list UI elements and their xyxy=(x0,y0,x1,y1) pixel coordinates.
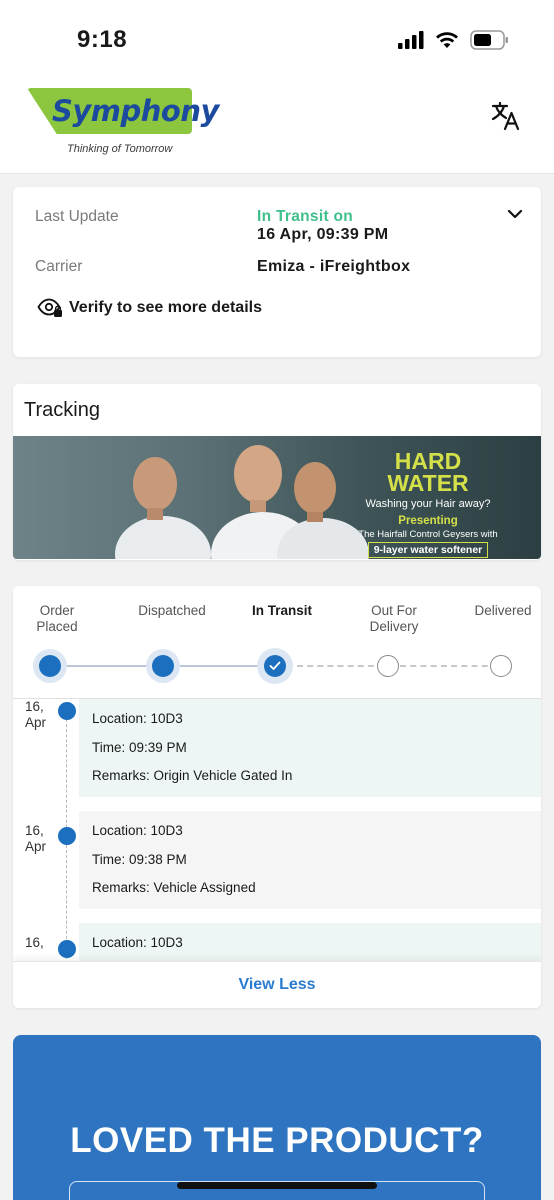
banner-subline: Washing your Hair away? xyxy=(365,498,491,510)
status-icons xyxy=(398,30,510,50)
step-label-line: Delivery xyxy=(369,619,419,634)
verify-text: Verify to see more details xyxy=(69,299,262,316)
step-connector xyxy=(400,665,498,667)
shipment-details-card: Last Update In Transit on 16 Apr, 09:39 … xyxy=(13,187,541,357)
event-remarks: Remarks: Origin Vehicle Gated In xyxy=(92,768,293,783)
step-connector xyxy=(287,665,384,667)
promo-title: LOVED THE PRODUCT? xyxy=(70,1121,484,1160)
view-less-button[interactable]: View Less xyxy=(13,976,541,994)
step-out-for-delivery-label: Out For Delivery xyxy=(351,603,437,635)
event-date-month: Apr xyxy=(25,839,47,854)
cellular-signal-icon xyxy=(398,31,424,49)
step-dispatched-dot xyxy=(152,655,174,677)
event-date-month: Apr xyxy=(25,715,47,730)
chevron-down-icon[interactable] xyxy=(507,208,523,220)
brand-logo: Symphony Thinking of Tomorrow xyxy=(27,88,219,158)
step-label-line: Order xyxy=(39,603,75,618)
step-label-line: Dispatched xyxy=(138,603,206,618)
translate-icon[interactable] xyxy=(490,100,522,132)
tracking-card: Tracking HARD WATER Washing your Hair aw… xyxy=(13,384,541,560)
event-dot xyxy=(58,940,76,958)
step-delivered-dot xyxy=(490,655,512,677)
feedback-promo: LOVED THE PRODUCT? xyxy=(13,1035,541,1200)
event-card: Location: 10D3 Time: 09:38 PM Remarks: V… xyxy=(79,811,541,909)
step-in-transit-label: In Transit xyxy=(239,603,325,619)
step-order-placed-label: Order Placed xyxy=(27,603,87,635)
wifi-icon xyxy=(436,32,458,48)
event-card: Location: 10D3 Time: 09:39 PM Remarks: O… xyxy=(79,699,541,797)
event-location: Location: 10D3 xyxy=(92,711,183,726)
carrier-label: Carrier xyxy=(35,258,83,275)
verify-link[interactable]: Verify to see more details xyxy=(37,298,262,318)
event-date-day: 16, xyxy=(25,699,44,714)
event-date: 16, Apr xyxy=(25,699,55,731)
event-time: Time: 09:38 PM xyxy=(92,852,187,867)
event-date-day: 16, xyxy=(25,935,44,950)
banner-headline-2: WATER xyxy=(387,470,469,496)
event-card: Location: 10D3 xyxy=(79,923,541,961)
event-location: Location: 10D3 xyxy=(92,823,183,838)
logo-tagline: Thinking of Tomorrow xyxy=(67,143,173,155)
step-delivered-label: Delivered xyxy=(465,603,541,619)
battery-icon xyxy=(470,30,508,50)
step-connector xyxy=(173,665,266,667)
step-dispatched-label: Dispatched xyxy=(129,603,215,619)
banner-line-2: 9-layer water softener xyxy=(367,542,489,558)
event-location: Location: 10D3 xyxy=(92,935,183,950)
app-header: Symphony Thinking of Tomorrow xyxy=(0,80,554,174)
banner-text: HARD WATER Washing your Hair away? Prese… xyxy=(323,450,533,558)
event-dot xyxy=(58,827,76,845)
step-out-for-delivery-dot xyxy=(377,655,399,677)
event-date: 16, Apr xyxy=(25,823,55,855)
promo-banner[interactable]: HARD WATER Washing your Hair away? Prese… xyxy=(13,436,541,559)
shipment-status-text: In Transit on xyxy=(257,208,354,225)
event-date-day: 16, xyxy=(25,823,44,838)
home-indicator[interactable] xyxy=(177,1182,377,1189)
tracking-title: Tracking xyxy=(24,399,100,421)
carrier-value: Emiza - iFreightbox xyxy=(257,258,411,275)
last-update-value: 16 Apr, 09:39 PM xyxy=(257,226,389,243)
step-in-transit-dot xyxy=(264,655,286,677)
step-label-line: Delivered xyxy=(474,603,532,618)
view-less-footer: View Less xyxy=(13,961,541,1008)
check-icon xyxy=(269,661,281,670)
logo-brand-name: Symphony xyxy=(52,94,219,128)
event-remarks: Remarks: Vehicle Assigned xyxy=(92,880,256,895)
eye-lock-icon xyxy=(37,298,62,317)
step-label-line: Placed xyxy=(36,619,78,634)
banner-line-1: The Hairfall Control Geysers with xyxy=(358,529,498,540)
step-connector xyxy=(61,665,156,667)
banner-presenting: Presenting xyxy=(398,515,458,527)
event-time: Time: 09:39 PM xyxy=(92,740,187,755)
last-update-label: Last Update xyxy=(35,208,119,225)
tracking-events-list[interactable]: 16, Apr Location: 10D3 Time: 09:39 PM Re… xyxy=(13,699,541,961)
status-bar: 9:18 xyxy=(0,0,554,80)
event-date: 16, xyxy=(25,935,55,951)
banner-headline-1: HARD xyxy=(394,448,462,474)
event-dot xyxy=(58,702,76,720)
step-label-line: Out For xyxy=(371,603,417,618)
step-order-placed-dot xyxy=(39,655,61,677)
step-label-line: In Transit xyxy=(251,603,312,618)
status-time: 9:18 xyxy=(77,26,128,53)
timeline-card: Order Placed Dispatched In Transit Out F… xyxy=(13,586,541,1008)
